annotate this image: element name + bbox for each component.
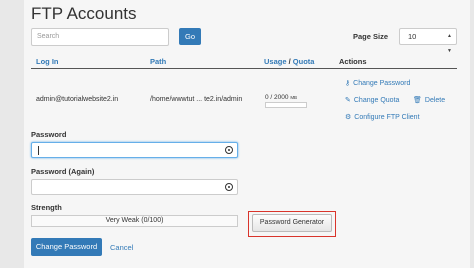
strength-meter: Very Weak (0/100)	[31, 215, 238, 227]
eye-icon[interactable]	[225, 146, 233, 154]
usage-cell: 0 / 2000 MB	[265, 94, 297, 101]
search-input[interactable]: Search	[31, 28, 169, 46]
password-generator-button[interactable]: Password Generator	[252, 214, 332, 232]
eye-icon[interactable]	[225, 183, 233, 191]
column-header-login[interactable]: Log In	[36, 57, 59, 66]
usage-unit: MB	[290, 95, 298, 100]
column-header-actions: Actions	[339, 57, 367, 66]
page-size-value: 10	[408, 32, 417, 41]
password-again-label: Password (Again)	[31, 167, 95, 176]
cancel-link[interactable]: Cancel	[110, 243, 133, 252]
quota-label[interactable]: Quota	[293, 57, 315, 66]
header-separator: /	[288, 57, 291, 66]
delete-label: Delete	[424, 97, 446, 104]
login-cell: admin@tutorialwebsite2.in	[36, 96, 119, 103]
change-password-link[interactable]: ⚷ Change Password	[345, 79, 410, 87]
page-title: FTP Accounts	[31, 4, 137, 23]
configure-ftp-label: Configure FTP Client	[354, 114, 420, 121]
pencil-icon: ✎	[345, 97, 351, 104]
column-header-usage-quota[interactable]: Usage / Quota	[264, 57, 314, 66]
column-header-path[interactable]: Path	[150, 57, 166, 66]
password-field[interactable]	[31, 142, 238, 158]
usage-progress-bar	[265, 102, 307, 108]
page-size-select[interactable]: 10 ▲ ▼	[399, 28, 457, 54]
gear-icon: ⚙	[345, 114, 352, 121]
page-size-label: Page Size	[353, 32, 389, 41]
usage-label[interactable]: Usage	[264, 57, 287, 66]
change-password-button[interactable]: Change Password	[31, 238, 102, 256]
search-placeholder: Search	[37, 33, 60, 40]
caret-icon: ▲ ▼	[447, 33, 452, 54]
change-password-label: Change Password	[353, 80, 411, 87]
key-icon: ⚷	[345, 80, 351, 87]
strength-label: Strength	[31, 203, 62, 212]
change-quota-link[interactable]: ✎ Change Quota	[345, 96, 399, 104]
password-label: Password	[31, 130, 67, 139]
text-cursor	[38, 146, 39, 155]
delete-link[interactable]: 🗑 Delete	[413, 96, 445, 104]
trash-icon: 🗑	[413, 97, 422, 104]
configure-ftp-link[interactable]: ⚙ Configure FTP Client	[345, 113, 420, 121]
go-button[interactable]: Go	[179, 28, 201, 45]
header-divider	[31, 68, 457, 69]
path-cell: /home/wwwtut ... te2.in/admin	[150, 96, 243, 103]
password-again-field[interactable]	[31, 179, 238, 195]
usage-value: 0 / 2000	[265, 94, 289, 101]
change-quota-label: Change Quota	[353, 97, 400, 104]
